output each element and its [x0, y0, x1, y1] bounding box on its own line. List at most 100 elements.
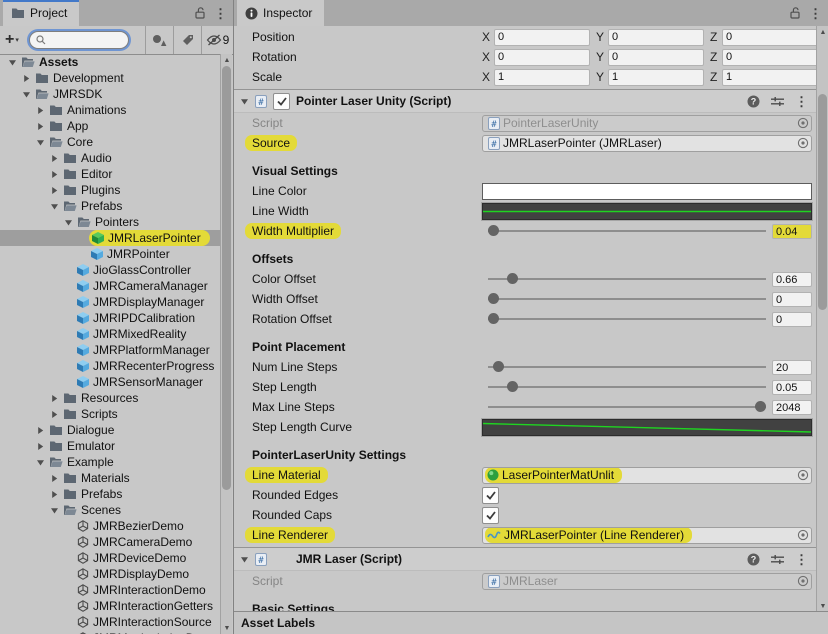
tree-item-scenes[interactable]: Scenes — [0, 502, 220, 518]
project-scrollbar[interactable]: ▲ ▼ — [220, 54, 232, 634]
num-line-steps-value[interactable]: 20 — [772, 360, 812, 375]
foldout-open-icon[interactable] — [48, 506, 61, 515]
tree-item-app[interactable]: App — [0, 118, 220, 134]
width-offset-value[interactable]: 0 — [772, 292, 812, 307]
slider-thumb[interactable] — [488, 293, 499, 304]
script-field[interactable]: #PointerLaserUnity — [482, 115, 812, 132]
rotation-z-field[interactable]: 0 — [722, 49, 816, 66]
foldout-closed-icon[interactable] — [20, 74, 33, 83]
unlock-icon[interactable] — [790, 7, 801, 19]
tree-item-jmrdisplaydemo[interactable]: JMRDisplayDemo — [0, 566, 220, 582]
foldout-open-icon[interactable] — [48, 202, 61, 211]
object-picker-icon[interactable] — [795, 116, 811, 131]
rotation-x-field[interactable]: 0 — [494, 49, 590, 66]
component-header-jmr-laser-script[interactable]: #JMR Laser (Script)?⋮ — [234, 547, 816, 571]
step-length-value[interactable]: 0.05 — [772, 380, 812, 395]
tree-item-jmrcamerademo[interactable]: JMRCameraDemo — [0, 534, 220, 550]
tab-project[interactable]: Project — [3, 0, 79, 26]
max-line-steps-value[interactable]: 2048 — [772, 400, 812, 415]
kebab-menu-icon[interactable]: ⋮ — [795, 553, 808, 566]
tree-item-jmrsdk[interactable]: JMRSDK — [0, 86, 220, 102]
scale-x-field[interactable]: 1 — [494, 69, 590, 86]
hidden-packages-button[interactable]: 9 — [201, 26, 233, 54]
scroll-down-icon[interactable]: ▼ — [221, 622, 233, 634]
search-input[interactable] — [49, 33, 123, 47]
foldout-closed-icon[interactable] — [34, 122, 47, 131]
presets-icon[interactable] — [771, 96, 784, 107]
rotation-offset-value[interactable]: 0 — [772, 312, 812, 327]
search-by-type-button[interactable] — [145, 26, 173, 54]
tree-item-editor[interactable]: Editor — [0, 166, 220, 182]
tree-item-core[interactable]: Core — [0, 134, 220, 150]
step-length-slider[interactable] — [488, 380, 766, 394]
tree-item-jmrcameramanager[interactable]: JMRCameraManager — [0, 278, 220, 294]
foldout-closed-icon[interactable] — [34, 426, 47, 435]
tree-item-jmrinteractiongetters[interactable]: JMRInteractionGetters — [0, 598, 220, 614]
width-multiplier-slider[interactable] — [488, 224, 766, 238]
tree-item-example[interactable]: Example — [0, 454, 220, 470]
tree-item-jmrsensormanager[interactable]: JMRSensorManager — [0, 374, 220, 390]
source-field[interactable]: #JMRLaserPointer (JMRLaser) — [482, 135, 812, 152]
scale-z-field[interactable]: 1 — [722, 69, 816, 86]
tree-item-jmrinteractiondemo[interactable]: JMRInteractionDemo — [0, 582, 220, 598]
num-line-steps-slider[interactable] — [488, 360, 766, 374]
scroll-up-icon[interactable]: ▲ — [817, 26, 828, 38]
unlock-icon[interactable] — [195, 7, 206, 19]
rotation-offset-slider[interactable] — [488, 312, 766, 326]
tree-item-jmripdcalibration[interactable]: JMRIPDCalibration — [0, 310, 220, 326]
foldout-open-icon[interactable] — [34, 458, 47, 467]
tree-item-resources[interactable]: Resources — [0, 390, 220, 406]
foldout-closed-icon[interactable] — [48, 410, 61, 419]
scrollbar-thumb[interactable] — [818, 94, 827, 310]
max-line-steps-slider[interactable] — [488, 400, 766, 414]
foldout-open-icon[interactable] — [6, 58, 19, 67]
tree-item-animations[interactable]: Animations — [0, 102, 220, 118]
tree-item-assets[interactable]: Assets — [0, 54, 220, 70]
help-icon[interactable]: ? — [747, 553, 760, 566]
slider-thumb[interactable] — [488, 313, 499, 324]
foldout-open-icon[interactable] — [34, 138, 47, 147]
script-field[interactable]: #JMRLaser — [482, 573, 812, 590]
tree-item-jmrmixedreality[interactable]: JMRMixedReality — [0, 326, 220, 342]
tree-item-scripts[interactable]: Scripts — [0, 406, 220, 422]
line-renderer-field[interactable]: JMRLaserPointer (Line Renderer) — [482, 527, 812, 544]
object-picker-icon[interactable] — [795, 468, 811, 483]
object-picker-icon[interactable] — [795, 136, 811, 151]
scrollbar-thumb[interactable] — [222, 66, 231, 490]
slider-thumb[interactable] — [493, 361, 504, 372]
foldout-closed-icon[interactable] — [48, 474, 61, 483]
tree-item-prefabs[interactable]: Prefabs — [0, 198, 220, 214]
kebab-menu-icon[interactable]: ⋮ — [214, 7, 227, 20]
foldout-closed-icon[interactable] — [34, 106, 47, 115]
foldout-open-icon[interactable] — [240, 97, 249, 106]
tree-item-jmrinteractionsource[interactable]: JMRInteractionSource — [0, 614, 220, 630]
rounded-edges-checkbox[interactable] — [482, 487, 499, 504]
color-offset-value[interactable]: 0.66 — [772, 272, 812, 287]
rounded-caps-checkbox[interactable] — [482, 507, 499, 524]
tree-item-jmrbezierdemo[interactable]: JMRBezierDemo — [0, 518, 220, 534]
step-length-curve-curve-field[interactable] — [482, 419, 812, 436]
kebab-menu-icon[interactable]: ⋮ — [795, 95, 808, 108]
presets-icon[interactable] — [771, 554, 784, 565]
foldout-closed-icon[interactable] — [48, 170, 61, 179]
position-x-field[interactable]: 0 — [494, 29, 590, 46]
width-multiplier-value[interactable]: 0.04 — [772, 224, 812, 239]
foldout-open-icon[interactable] — [20, 90, 33, 99]
tree-item-development[interactable]: Development — [0, 70, 220, 86]
scale-y-field[interactable]: 1 — [608, 69, 704, 86]
tree-item-jmrrecenterprogress[interactable]: JMRRecenterProgress — [0, 358, 220, 374]
slider-thumb[interactable] — [755, 401, 766, 412]
foldout-closed-icon[interactable] — [48, 490, 61, 499]
create-asset-button[interactable]: +▾ — [5, 32, 19, 48]
tree-item-pointers[interactable]: Pointers — [0, 214, 220, 230]
component-header-pointer-laser-unity-script[interactable]: #Pointer Laser Unity (Script)?⋮ — [234, 89, 816, 113]
foldout-open-icon[interactable] — [240, 555, 249, 564]
tree-item-jmrpointer[interactable]: JMRPointer — [0, 246, 220, 262]
foldout-closed-icon[interactable] — [34, 442, 47, 451]
rotation-y-field[interactable]: 0 — [608, 49, 704, 66]
tree-item-prefabs[interactable]: Prefabs — [0, 486, 220, 502]
inspector-scrollbar[interactable]: ▲ ▼ — [816, 26, 828, 612]
tree-item-jmrlaserpointer[interactable]: JMRLaserPointer — [0, 230, 220, 246]
foldout-closed-icon[interactable] — [48, 154, 61, 163]
line-width-curve-field[interactable] — [482, 203, 812, 220]
